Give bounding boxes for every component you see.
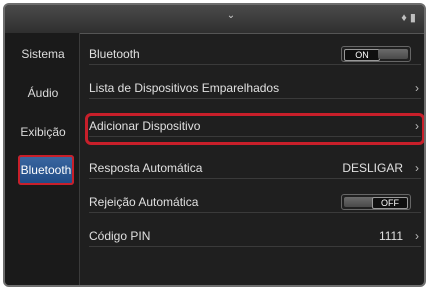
left-menu: Sistema Áudio Exibição Bluetooth — [5, 33, 80, 285]
settings-row-paired-devices[interactable]: Lista de Dispositivos Emparelhados › — [89, 77, 421, 99]
bluetooth-toggle[interactable]: ON — [341, 46, 411, 62]
settings-row-bluetooth[interactable]: Bluetooth ON — [89, 43, 421, 65]
selection-highlight — [85, 113, 424, 145]
left-menu-item-audio[interactable]: Áudio — [13, 84, 73, 102]
top-bar: ⌄ ♦ ▮ — [5, 5, 424, 34]
left-menu-label: Bluetooth — [20, 163, 72, 177]
chevron-right-icon: › — [415, 81, 419, 95]
chevron-down-icon[interactable]: ⌄ — [226, 11, 236, 21]
screen: ⌄ ♦ ▮ Sistema Áudio Exibição Bluetooth B… — [3, 3, 426, 287]
settings-row-value: 1111 — [378, 229, 403, 243]
left-menu-label: Sistema — [21, 47, 65, 61]
toggle-slider — [344, 197, 374, 207]
settings-row-pin-code[interactable]: Código PIN 1111 › — [89, 225, 421, 247]
left-menu-item-exibicao[interactable]: Exibição — [13, 123, 73, 141]
status-icons: ♦ ▮ — [401, 12, 416, 24]
settings-row-value: DESLIGAR — [342, 161, 403, 175]
settings-row-label: Código PIN — [89, 229, 151, 243]
chevron-right-icon: › — [415, 161, 419, 175]
settings-row-auto-reject[interactable]: Rejeição Automática OFF — [89, 191, 421, 213]
settings-row-label: Lista de Dispositivos Emparelhados — [89, 81, 280, 95]
settings-row-label: Resposta Automática — [89, 161, 203, 175]
toggle-off-label: OFF — [372, 197, 408, 209]
settings-row-label: Bluetooth — [89, 47, 140, 61]
toggle-on-label: ON — [344, 49, 380, 61]
settings-panel: Bluetooth ON Lista de Dispositivos Empar… — [81, 33, 424, 285]
chevron-right-icon: › — [415, 229, 419, 243]
left-menu-label: Exibição — [20, 125, 66, 139]
settings-row-auto-answer[interactable]: Resposta Automática DESLIGAR › — [89, 157, 421, 179]
toggle-slider — [378, 49, 408, 59]
settings-row-label: Rejeição Automática — [89, 195, 199, 209]
left-menu-item-sistema[interactable]: Sistema — [13, 45, 73, 63]
left-menu-label: Áudio — [27, 86, 59, 100]
left-menu-item-bluetooth[interactable]: Bluetooth — [18, 155, 74, 185]
bezel: ⌄ ♦ ▮ Sistema Áudio Exibição Bluetooth B… — [0, 0, 430, 291]
auto-reject-toggle[interactable]: OFF — [341, 194, 411, 210]
